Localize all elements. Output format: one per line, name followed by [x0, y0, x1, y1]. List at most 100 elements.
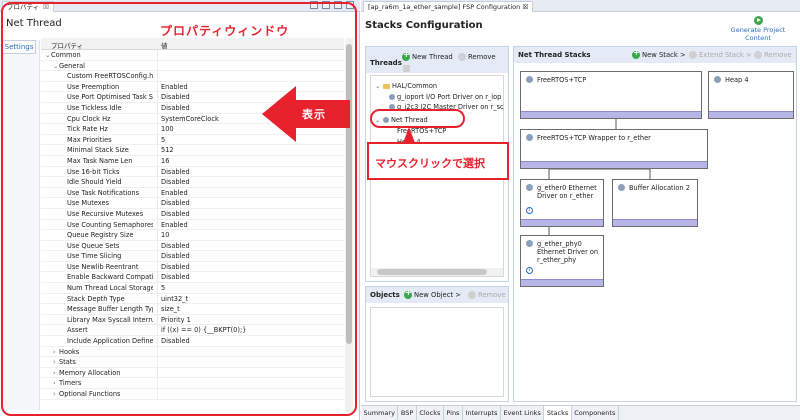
table-row[interactable]: Include Application Define Disabled: [41, 336, 344, 347]
table-row[interactable]: ⌄Common: [41, 50, 344, 61]
table-row[interactable]: Max Task Name Len 16: [41, 155, 344, 167]
table-row[interactable]: Use Task Notifications Enabled: [41, 187, 344, 199]
property-value[interactable]: Disabled: [161, 93, 190, 101]
module-icon: [618, 184, 625, 191]
property-value[interactable]: Disabled: [161, 178, 190, 186]
tab-properties[interactable]: プロパティ ☒: [2, 1, 54, 12]
table-row[interactable]: Use Queue Sets Disabled: [41, 240, 344, 252]
table-row[interactable]: Stack Depth Type uint32_t: [41, 293, 344, 305]
tab-summary[interactable]: Summary: [361, 406, 399, 420]
property-value[interactable]: Enabled: [161, 221, 188, 229]
table-row[interactable]: Use Mutexes Disabled: [41, 198, 344, 209]
property-value[interactable]: Disabled: [161, 263, 190, 271]
property-value[interactable]: 100: [161, 125, 174, 133]
table-row[interactable]: Use Recursive Mutexes Disabled: [41, 208, 344, 220]
info-icon[interactable]: i: [526, 267, 533, 274]
property-label: Use Newlib Reentrant: [67, 262, 139, 271]
tab-pins[interactable]: Pins: [444, 406, 463, 420]
table-row[interactable]: Custom FreeRTOSConfig.h: [41, 71, 344, 82]
property-label: Message Buffer Length Typ: [67, 305, 153, 314]
property-name: Custom FreeRTOSConfig.h: [61, 72, 153, 80]
add-icon: [402, 50, 410, 61]
property-value[interactable]: Disabled: [161, 273, 190, 281]
maximize-icon[interactable]: [346, 1, 354, 9]
table-row[interactable]: Queue Registry Size 10: [41, 230, 344, 241]
property-name: Idle Should Yield: [61, 178, 153, 186]
close-icon[interactable]: ☒: [522, 3, 528, 11]
table-row[interactable]: Enable Backward Compatibi Disabled: [41, 272, 344, 284]
table-row[interactable]: ⌄General: [41, 60, 344, 72]
table-row[interactable]: Assert if ((x) == 0) {__BKPT(0);}: [41, 325, 344, 337]
property-value[interactable]: if ((x) == 0) {__BKPT(0);}: [161, 326, 246, 334]
tab-settings[interactable]: Settings: [2, 40, 36, 54]
new-object-button[interactable]: New Object >: [404, 288, 461, 299]
table-row[interactable]: › Timers: [41, 378, 344, 389]
property-value[interactable]: 5: [161, 284, 165, 292]
property-label: Assert: [67, 326, 88, 335]
table-row[interactable]: Message Buffer Length Typ size_t: [41, 304, 344, 315]
chevron-down-icon[interactable]: ⌄: [375, 82, 381, 90]
close-icon[interactable]: ☒: [43, 3, 49, 11]
property-value[interactable]: Enabled: [161, 83, 188, 91]
minimize-icon[interactable]: [334, 1, 342, 9]
tab-fsp-configuration[interactable]: [ap_ra6m_1a_ether_sample] FSP Configurat…: [363, 1, 534, 12]
table-row[interactable]: Use Newlib Reentrant Disabled: [41, 261, 344, 273]
remove-thread-button[interactable]: Remove: [458, 53, 496, 61]
table-row[interactable]: › Stats: [41, 357, 344, 368]
property-value[interactable]: Disabled: [161, 199, 190, 207]
horizontal-scrollbar[interactable]: [371, 268, 503, 276]
property-value[interactable]: 10: [161, 231, 169, 239]
stack-ether-phy0[interactable]: g_ether_phy0 Ethernet Driver on r_ether_…: [520, 235, 604, 287]
remove-object-button[interactable]: Remove: [468, 291, 506, 299]
property-value[interactable]: Disabled: [161, 210, 190, 218]
tab-interrupts[interactable]: Interrupts: [463, 406, 501, 420]
property-value[interactable]: 5: [161, 136, 165, 144]
stack-buffer-allocation[interactable]: Buffer Allocation 2: [612, 179, 698, 227]
property-value[interactable]: Disabled: [161, 337, 190, 345]
property-label: Use Task Notifications: [67, 188, 140, 197]
objects-body: [370, 307, 504, 397]
tab-stacks[interactable]: Stacks: [544, 406, 572, 420]
column-divider: [157, 92, 158, 102]
property-value[interactable]: Disabled: [161, 252, 190, 260]
tree-item[interactable]: ⌄ HAL/Common: [375, 82, 437, 90]
property-value[interactable]: SystemCoreClock: [161, 115, 219, 123]
tree-item[interactable]: g_ioport I/O Port Driver on r_iop: [389, 93, 501, 101]
table-row[interactable]: Use Counting Semaphores Enabled: [41, 219, 344, 231]
property-value[interactable]: 512: [161, 146, 174, 154]
property-value[interactable]: Enabled: [161, 189, 188, 197]
tab-event-links[interactable]: Event Links: [501, 406, 545, 420]
table-row[interactable]: Minimal Stack Size 512: [41, 145, 344, 156]
tab-components[interactable]: Components: [572, 406, 619, 420]
generate-project-button[interactable]: Generate Project Content: [718, 16, 798, 42]
pin-icon[interactable]: [310, 1, 318, 9]
table-row[interactable]: Use Time Slicing Disabled: [41, 251, 344, 262]
menu-icon[interactable]: [322, 1, 330, 9]
info-icon[interactable]: i: [526, 207, 533, 214]
table-row[interactable]: › Hooks: [41, 346, 344, 358]
scroll-thumb[interactable]: [377, 269, 487, 275]
property-label: Idle Should Yield: [67, 178, 122, 187]
table-row[interactable]: Library Max Syscall Interru Priority 1: [41, 314, 344, 326]
stack-freertos-tcp[interactable]: FreeRTOS+TCP: [520, 71, 702, 119]
collapse-icon[interactable]: [403, 65, 410, 72]
stack-ether0[interactable]: g_ether0 Ethernet Driver on r_ether i: [520, 179, 604, 227]
tab-bsp[interactable]: BSP: [398, 406, 417, 420]
property-label: Include Application Define: [67, 337, 153, 346]
table-row[interactable]: › Memory Allocation: [41, 367, 344, 379]
stack-heap-4[interactable]: Heap 4: [708, 71, 794, 119]
property-value[interactable]: 16: [161, 157, 169, 165]
new-thread-button[interactable]: New Thread: [402, 50, 453, 61]
table-row[interactable]: Num Thread Local Storage 5: [41, 283, 344, 294]
property-value[interactable]: uint32_t: [161, 295, 188, 303]
tab-clocks[interactable]: Clocks: [417, 406, 444, 420]
table-row[interactable]: Use 16-bit Ticks Disabled: [41, 166, 344, 178]
stack-tcp-wrapper[interactable]: FreeRTOS+TCP Wrapper to r_ether: [520, 129, 708, 169]
property-value[interactable]: Disabled: [161, 104, 190, 112]
property-value[interactable]: Disabled: [161, 168, 190, 176]
table-row[interactable]: Idle Should Yield Disabled: [41, 177, 344, 188]
property-value[interactable]: Disabled: [161, 242, 190, 250]
property-value[interactable]: Priority 1: [161, 316, 191, 324]
property-value[interactable]: size_t: [161, 305, 180, 313]
table-row[interactable]: › Optional Functions: [41, 389, 344, 400]
